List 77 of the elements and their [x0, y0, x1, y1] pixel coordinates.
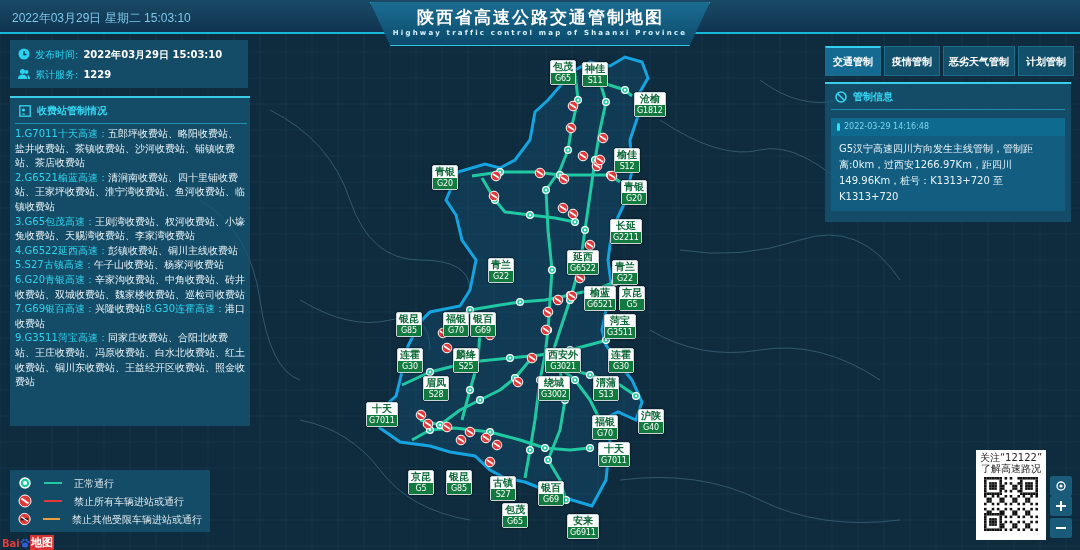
- highway-shield: 青银 G20: [432, 165, 458, 190]
- toll-notice: 4.G6522延西高速：彭镇收费站、铜川主线收费站: [15, 243, 239, 258]
- qr-caption: 了解高速路况: [980, 463, 1042, 474]
- qr-code: [984, 477, 1038, 531]
- entry-text: G5汉宁高速四川方向发生主线管制，管制距离:0km，过西安1266.97Km，距四川149.96Km，桩号：K1313+720 至 K1313+720: [838, 142, 1035, 204]
- highway-shield: 榆佳 S12: [614, 148, 640, 173]
- map-logo-text: 地图: [29, 535, 54, 550]
- highway-shield: 包茂 G65: [502, 503, 528, 528]
- locate-icon: [1055, 480, 1067, 492]
- highway-shield: 银百 G69: [538, 481, 564, 506]
- highway-shield: 菏宝 G3511: [604, 314, 636, 339]
- highway-shield: 连霍 G30: [608, 348, 634, 373]
- info-value: 1229: [83, 67, 112, 82]
- highway-shield: 神佳 S11: [582, 62, 608, 87]
- highway-shield: 沧榆 G1812: [634, 92, 666, 117]
- highway-shield: 福银 G70: [592, 415, 618, 440]
- highway-shield: 京昆 G5: [408, 470, 434, 495]
- highway-shield: 绕城 G3002: [538, 376, 570, 401]
- highway-shield: 福银 G70: [443, 312, 469, 337]
- legend-label: 正常通行: [74, 476, 114, 491]
- tab[interactable]: 交通管制: [825, 46, 881, 76]
- locate-button[interactable]: [1050, 476, 1072, 496]
- id-card-icon: [19, 104, 31, 117]
- no-truck-icon: [18, 512, 32, 526]
- toll-notice: 5.S27古镇高速：午子山收费站、杨家河收费站: [15, 258, 225, 273]
- info-value: 2022年03月29日 15:03:10: [83, 47, 223, 62]
- normal-marker-icon: [18, 476, 32, 490]
- highway-shield: 安来 G6911: [567, 514, 599, 539]
- zoom-in-button[interactable]: [1050, 496, 1072, 516]
- highway-shield: 渭蒲 S13: [593, 376, 619, 401]
- highway-shield: 眉凤 S28: [423, 376, 449, 401]
- toll-notice: 6.G20青银高速：辛家沟收费站、中角收费站、砖井收费站、双城收费站、魏家楼收费站、巡检司收费站: [15, 272, 246, 302]
- highway-shield: 麟绛 S25: [453, 348, 479, 373]
- highway-shield: 青兰 G22: [612, 260, 638, 285]
- highway-shield: 京昆 G5: [619, 286, 645, 311]
- map-title: 陕西省高速公路交通管制地图: [415, 6, 665, 28]
- zoom-out-button[interactable]: [1050, 518, 1072, 538]
- highway-shield: 古镇 S27: [490, 476, 516, 501]
- highway-shield: 沪陕 G40: [638, 409, 664, 434]
- tab[interactable]: 恶劣天气管制: [943, 46, 1015, 76]
- tab[interactable]: 计划管制: [1018, 46, 1074, 76]
- highway-shield: 连霍 G30: [397, 348, 423, 373]
- prohibited-icon: [835, 90, 847, 103]
- map-logo-text: Bai: [2, 536, 20, 550]
- highway-shield: 长延 G2211: [610, 219, 642, 244]
- plus-icon: [1055, 500, 1067, 512]
- entry-time: 2022-03-29 14:16:48: [844, 121, 929, 133]
- date-time: 2022年03月29日 星期二 15:03:10: [12, 10, 191, 27]
- no-entry-icon: [18, 494, 32, 508]
- paw-icon: [19, 538, 30, 549]
- highway-shield: 榆蓝 G6521: [584, 286, 616, 311]
- toll-notice: 1.G7011十天高速：五郎坪收费站、略阳收费站、盐井收费站、茶镇收费站、沙河收费站、铺镇收费站、茶店收费站: [15, 127, 239, 171]
- info-label: 发布时间:: [35, 47, 79, 62]
- highway-shield: 青兰 G22: [488, 258, 514, 283]
- highway-shield: 银昆 G85: [396, 312, 422, 337]
- legend-label: 禁止其他受限车辆进站或通行: [72, 512, 202, 527]
- highway-shield: 包茂 G65: [550, 60, 576, 85]
- marker-icon: [837, 123, 840, 131]
- toll-notice: 3.G65包茂高速：王则湾收费站、杈河收费站、小壕兔收费站、天赐湾收费站、李家湾收费站: [15, 214, 246, 244]
- panel-title: 管制信息: [853, 90, 893, 104]
- highway-shield: 西安外 G3021: [545, 348, 581, 373]
- tab[interactable]: 疫情管制: [884, 46, 940, 76]
- clock-icon: [18, 48, 30, 60]
- info-label: 累计服务:: [35, 67, 79, 82]
- highway-shield: 银百 G69: [470, 312, 496, 337]
- users-icon: [18, 68, 30, 80]
- highway-shield: 延西 G6522: [567, 250, 599, 275]
- highway-shield: 十天 G7011: [366, 402, 398, 427]
- toll-notice: 7.G69银百高速：兴隆收费站8.G30连霍高速：港口收费站: [15, 302, 247, 331]
- qr-caption: 关注“12122”: [978, 452, 1044, 463]
- legend-label: 禁止所有车辆进站或通行: [74, 494, 184, 509]
- highway-shield: 银昆 G85: [446, 470, 472, 495]
- highway-shield: 十天 G7011: [598, 442, 630, 467]
- toll-notice: 2.G6521榆蓝高速：清涧南收费站、四十里铺收费站、王家坪收费站、淮宁湾收费站、鱼河收费站、临镇收费站: [15, 170, 246, 214]
- toll-notice: 9.G3511菏宝高速：同家庄收费站、合阳北收费站、王庄收费站、冯原收费站、白水北收费站、红土收费站、铜川东收费站、王益经开区收费站、照金收费站: [15, 331, 246, 390]
- highway-shield: 青银 G20: [621, 180, 647, 205]
- panel-title: 收费站管制情况: [37, 104, 107, 118]
